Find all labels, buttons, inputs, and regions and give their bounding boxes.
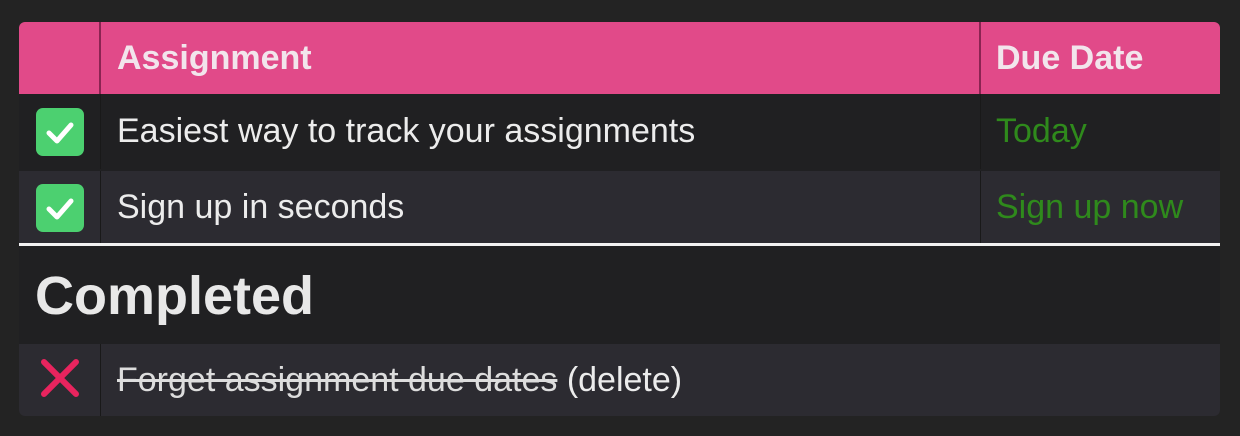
- completed-assignment-text: Forget assignment due dates: [117, 360, 558, 399]
- table-header: Assignment Due Date: [19, 22, 1220, 94]
- row-status-cell: [19, 94, 101, 169]
- completed-status-cell: [19, 344, 101, 416]
- assignment-text: Easiest way to track your assignments: [117, 112, 696, 150]
- header-checkbox-column: [19, 22, 101, 94]
- checkmark-icon[interactable]: [35, 107, 84, 156]
- header-due-date-label: Due Date: [996, 38, 1144, 77]
- assignment-cell: Easiest way to track your assignments: [101, 94, 981, 169]
- completed-row: Forget assignment due dates (delete): [19, 344, 1220, 416]
- table-row: Sign up in seconds Sign up now: [19, 171, 1220, 244]
- header-due-date: Due Date: [981, 22, 1220, 94]
- header-assignment: Assignment: [101, 22, 981, 94]
- completed-due-cell: [981, 344, 1220, 416]
- assignment-text: Sign up in seconds: [117, 188, 405, 226]
- table-row: Easiest way to track your assignments To…: [19, 94, 1220, 169]
- due-date-text: Today: [996, 112, 1087, 150]
- checkmark-icon[interactable]: [35, 183, 84, 232]
- section-divider: [19, 243, 1220, 246]
- due-date-cell: Today: [981, 94, 1220, 169]
- due-date-cell: Sign up now: [981, 171, 1220, 244]
- completed-assignment-cell: Forget assignment due dates (delete): [101, 344, 981, 416]
- completed-heading: Completed: [35, 266, 315, 326]
- assignment-cell: Sign up in seconds: [101, 171, 981, 244]
- row-status-cell: [19, 171, 101, 244]
- sign-up-link[interactable]: Sign up now: [996, 188, 1183, 227]
- x-icon[interactable]: [38, 356, 82, 405]
- header-assignment-label: Assignment: [117, 38, 312, 77]
- delete-link[interactable]: (delete): [567, 361, 682, 400]
- assignments-card: Assignment Due Date Easiest way to track…: [19, 22, 1220, 416]
